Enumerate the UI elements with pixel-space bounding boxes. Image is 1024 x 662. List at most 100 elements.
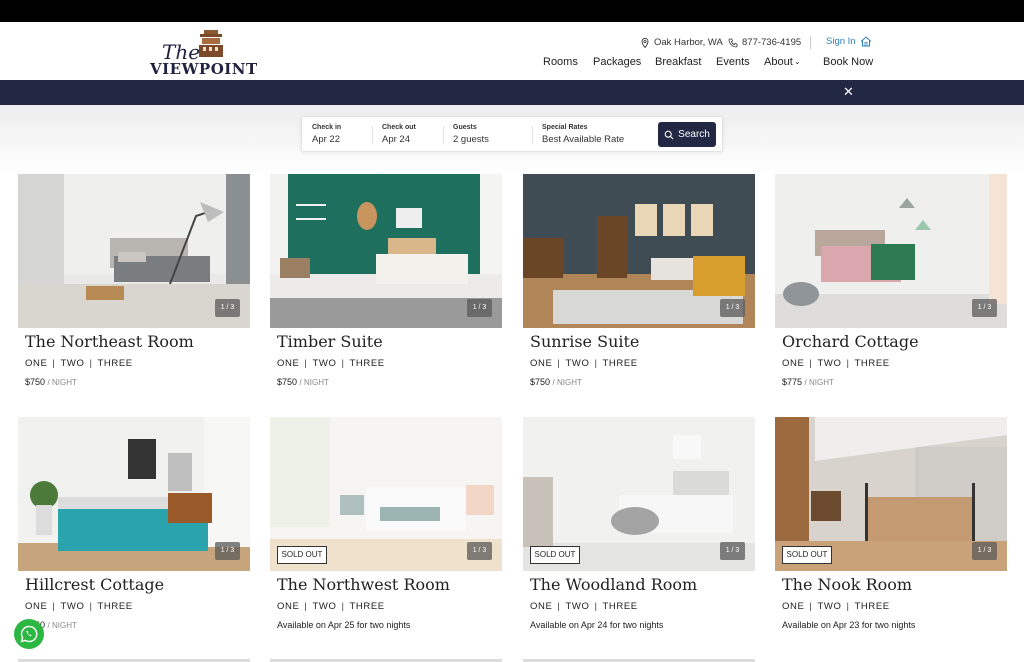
whatsapp-icon: [20, 625, 38, 643]
chevron-down-icon: ⌄: [794, 57, 801, 66]
room-title[interactable]: Orchard Cottage: [782, 332, 919, 351]
photo-counter: 1 / 3: [467, 542, 492, 560]
option-three[interactable]: THREE: [98, 601, 133, 612]
rates-field[interactable]: Special Rates Best Available Rate: [542, 124, 624, 145]
sold-out-badge: SOLD OUT: [782, 546, 832, 564]
rates-value: Best Available Rate: [542, 134, 625, 145]
option-two[interactable]: TWO: [60, 358, 84, 369]
option-two[interactable]: TWO: [312, 358, 336, 369]
room-photo[interactable]: 1 / 3 SOLD OUT: [270, 417, 502, 571]
price-value: $750: [530, 377, 551, 387]
logo[interactable]: The VIEWPOINT: [150, 28, 257, 78]
divider: [810, 36, 811, 49]
room-options: ONE | TWO | THREE: [530, 358, 638, 369]
room-photo[interactable]: 1 / 3 SOLD OUT: [775, 417, 1007, 571]
option-divider: |: [89, 601, 93, 612]
option-divider: |: [52, 358, 56, 369]
price-unit: / NIGHT: [552, 378, 582, 387]
room-photo[interactable]: 1 / 3: [523, 174, 755, 328]
room-options: ONE | TWO | THREE: [782, 601, 890, 612]
option-one[interactable]: ONE: [782, 358, 804, 369]
room-title[interactable]: Hillcrest Cottage: [25, 575, 164, 594]
option-divider: |: [557, 601, 561, 612]
announcement-banner: ✕: [0, 80, 1024, 105]
search-button[interactable]: Search: [658, 122, 716, 147]
room-price: $750 / NIGHT: [530, 377, 582, 387]
option-one[interactable]: ONE: [277, 601, 299, 612]
room-photo[interactable]: 1 / 3: [18, 417, 250, 571]
price-value: $775: [782, 377, 803, 387]
room-options: ONE | TWO | THREE: [277, 601, 385, 612]
room-photo[interactable]: 1 / 3 SOLD OUT: [523, 417, 755, 571]
signin-link[interactable]: Sign In: [826, 36, 872, 47]
option-three[interactable]: THREE: [350, 358, 385, 369]
checkin-field[interactable]: Check in Apr 22: [312, 124, 341, 145]
option-three[interactable]: THREE: [350, 601, 385, 612]
option-three[interactable]: THREE: [855, 601, 890, 612]
nav-about[interactable]: About: [764, 56, 793, 68]
option-two[interactable]: TWO: [817, 601, 841, 612]
option-divider: |: [341, 358, 345, 369]
field-divider: [443, 126, 444, 144]
nav-breakfast[interactable]: Breakfast: [655, 56, 701, 68]
room-title[interactable]: The Woodland Room: [530, 575, 697, 594]
option-two[interactable]: TWO: [565, 358, 589, 369]
photo-counter: 1 / 3: [720, 299, 745, 317]
phone-link[interactable]: 877-736-4195: [728, 37, 801, 48]
option-divider: |: [89, 358, 93, 369]
room-options: ONE | TWO | THREE: [25, 601, 133, 612]
option-one[interactable]: ONE: [25, 601, 47, 612]
option-divider: |: [52, 601, 56, 612]
whatsapp-chat-button[interactable]: [14, 619, 44, 649]
option-one[interactable]: ONE: [25, 358, 47, 369]
option-one[interactable]: ONE: [782, 601, 804, 612]
option-two[interactable]: TWO: [565, 601, 589, 612]
checkout-value: Apr 24: [382, 134, 410, 145]
option-one[interactable]: ONE: [530, 358, 552, 369]
option-divider: |: [809, 358, 813, 369]
nav-events[interactable]: Events: [716, 56, 750, 68]
map-pin-icon: [641, 37, 649, 48]
nav-packages[interactable]: Packages: [593, 56, 641, 68]
nav-book-now[interactable]: Book Now: [823, 56, 873, 68]
booking-search-bar: Check in Apr 22 Check out Apr 24 Guests …: [301, 116, 723, 152]
room-title[interactable]: Sunrise Suite: [530, 332, 639, 351]
photo-counter: 1 / 3: [467, 299, 492, 317]
checkin-label: Check in: [312, 124, 342, 131]
phone-icon: [728, 38, 738, 47]
option-three[interactable]: THREE: [603, 601, 638, 612]
room-title[interactable]: The Northeast Room: [25, 332, 194, 351]
site-header: The VIEWPOINT Oak Harbor, WA 877-736-419…: [0, 22, 1024, 80]
location-text: Oak Harbor, WA: [654, 37, 723, 48]
option-two[interactable]: TWO: [817, 358, 841, 369]
option-three[interactable]: THREE: [603, 358, 638, 369]
field-divider: [532, 126, 533, 144]
checkout-field[interactable]: Check out Apr 24: [382, 124, 416, 145]
option-three[interactable]: THREE: [98, 358, 133, 369]
option-one[interactable]: ONE: [277, 358, 299, 369]
room-title[interactable]: Timber Suite: [277, 332, 383, 351]
room-photo[interactable]: 1 / 3: [775, 174, 1007, 328]
nav-rooms[interactable]: Rooms: [543, 56, 578, 68]
location-link[interactable]: Oak Harbor, WA: [640, 37, 723, 48]
sold-out-badge: SOLD OUT: [277, 546, 327, 564]
guests-field[interactable]: Guests 2 guests: [453, 124, 489, 145]
option-one[interactable]: ONE: [530, 601, 552, 612]
option-two[interactable]: TWO: [312, 601, 336, 612]
checkin-value: Apr 22: [312, 134, 340, 145]
option-three[interactable]: THREE: [855, 358, 890, 369]
room-photo[interactable]: 1 / 3: [18, 174, 250, 328]
room-price: $750 / NIGHT: [25, 377, 77, 387]
option-divider: |: [304, 601, 308, 612]
option-divider: |: [846, 358, 850, 369]
browser-top-strip: [0, 0, 1024, 22]
lighthouse-logo-icon: [199, 30, 223, 57]
close-icon[interactable]: ✕: [843, 85, 854, 99]
photo-counter: 1 / 3: [972, 542, 997, 560]
option-two[interactable]: TWO: [60, 601, 84, 612]
availability-text: Available on Apr 25 for two nights: [277, 620, 411, 630]
room-photo[interactable]: 1 / 3: [270, 174, 502, 328]
room-title[interactable]: The Nook Room: [782, 575, 912, 594]
room-options: ONE | TWO | THREE: [530, 601, 638, 612]
room-title[interactable]: The Northwest Room: [277, 575, 450, 594]
